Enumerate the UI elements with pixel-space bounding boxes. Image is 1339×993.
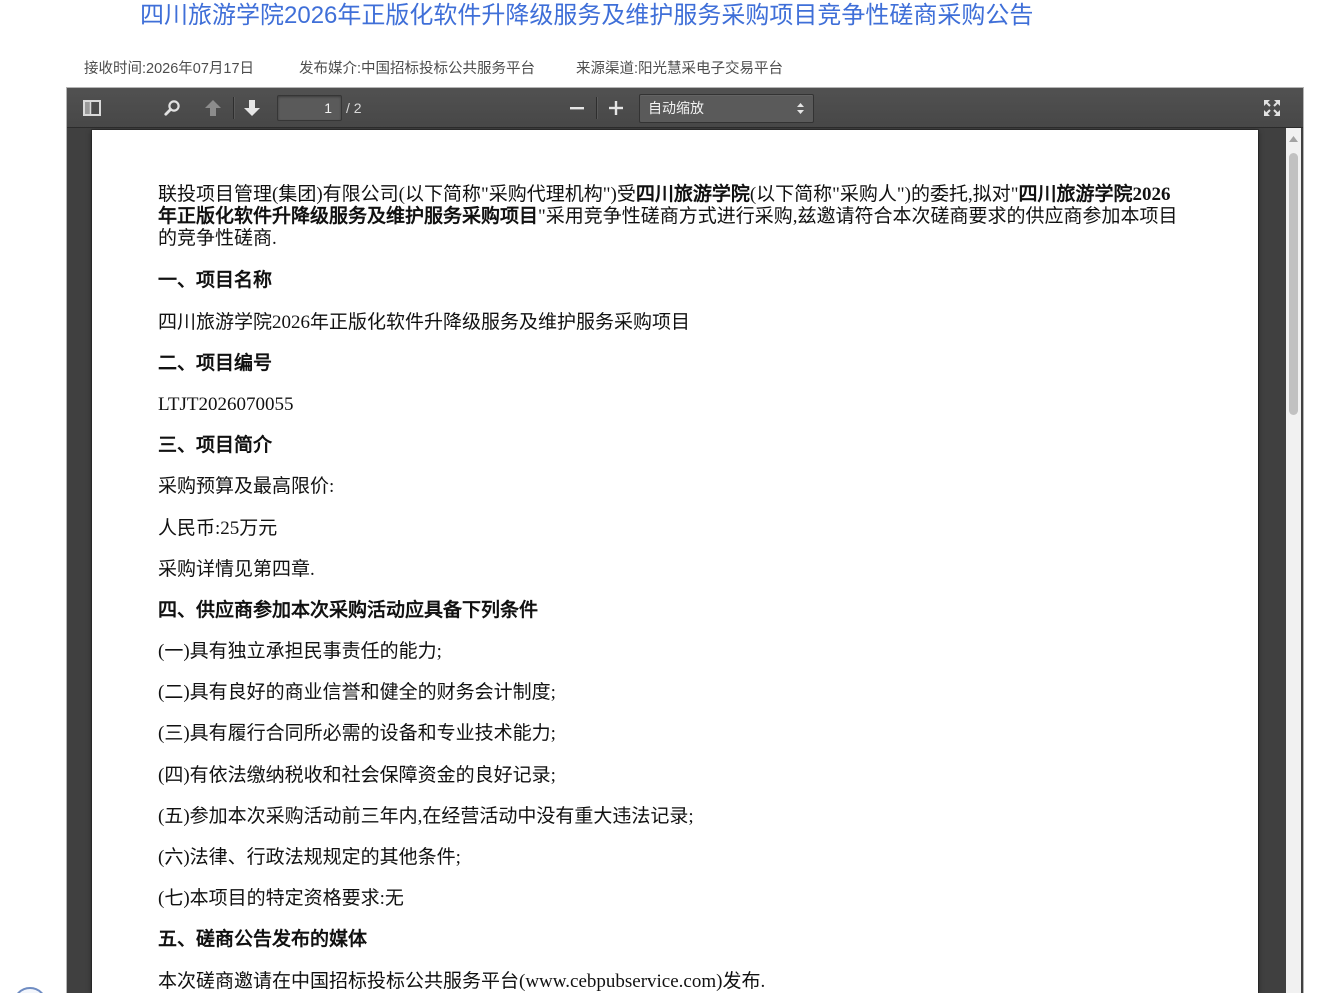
next-page-button[interactable] bbox=[236, 94, 268, 122]
vertical-scrollbar[interactable] bbox=[1286, 128, 1301, 993]
intro-text: 联投项目管理(集团)有限公司(以下简称"采购代理机构")受 bbox=[158, 184, 636, 205]
intro-text: "采用竞争性磋商方式进行采购,兹邀请符合本次磋商要求的供应商参加本项目 bbox=[538, 206, 1178, 227]
body-line: (三)具有履行合同所必需的设备和专业技术能力; bbox=[158, 723, 556, 745]
select-caret-icon bbox=[797, 103, 804, 114]
toolbar-separator bbox=[596, 97, 597, 119]
body-line: 采购预算及最高限价: bbox=[158, 476, 335, 498]
zoom-select-value: 自动缩放 bbox=[648, 100, 704, 116]
source-channel: 来源渠道:阳光慧采电子交易平台 bbox=[576, 61, 784, 77]
triangle-up-icon[interactable] bbox=[1289, 136, 1298, 142]
body-line: (四)有依法缴纳税收和社会保障资金的良好记录; bbox=[158, 764, 556, 786]
search-button[interactable] bbox=[156, 94, 188, 122]
previous-page-button[interactable] bbox=[197, 94, 229, 122]
page-count: / 2 bbox=[346, 100, 362, 116]
body-line: 采购详情见第四章. bbox=[158, 558, 315, 580]
intro-line: 年正版化软件升降级服务及维护服务采购项目"采用竞争性磋商方式进行采购,兹邀请符合… bbox=[158, 206, 1248, 228]
fullscreen-button[interactable] bbox=[1256, 94, 1288, 122]
section-heading: 四、供应商参加本次采购活动应具备下列条件 bbox=[158, 599, 539, 621]
zoom-out-button[interactable] bbox=[561, 94, 593, 122]
page-number-input[interactable] bbox=[277, 95, 342, 121]
page-text-layer: 联投项目管理(集团)有限公司(以下简称"采购代理机构")受四川旅游学院(以下简称… bbox=[158, 184, 1248, 993]
body-line: 四川旅游学院2026年正版化软件升降级服务及维护服务采购项目 bbox=[158, 311, 691, 333]
pdf-viewer-container: 联投项目管理(集团)有限公司(以下简称"采购代理机构")受四川旅游学院(以下简称… bbox=[67, 128, 1303, 993]
intro-text: 的竞争性磋商. bbox=[158, 228, 277, 249]
pdf-viewer: / 2 自动缩放 bbox=[66, 87, 1304, 993]
body-line: (一)具有独立承担民事责任的能力; bbox=[158, 641, 442, 663]
intro-bold-text: 年正版化软件升降级服务及维护服务采购项目 bbox=[158, 206, 539, 227]
body-line: 人民币:25万元 bbox=[158, 517, 278, 539]
intro-line: 的竞争性磋商. bbox=[158, 228, 1248, 250]
zoom-in-button[interactable] bbox=[600, 94, 632, 122]
search-icon bbox=[164, 100, 180, 116]
page-title: 四川旅游学院2026年正版化软件升降级服务及维护服务采购项目竞争性磋商采购公告 bbox=[140, 2, 1034, 29]
plus-icon bbox=[609, 101, 623, 115]
pdf-toolbar: / 2 自动缩放 bbox=[67, 88, 1303, 128]
body-line: 本次磋商邀请在中国招标投标公共服务平台(www.cebpubservice.co… bbox=[158, 970, 766, 992]
section-heading: 一、项目名称 bbox=[158, 270, 273, 292]
section-heading: 五、磋商公告发布的媒体 bbox=[158, 929, 368, 951]
intro-bold-text: 四川旅游学院 bbox=[635, 184, 750, 205]
published-media: 发布媒介:中国招标投标公共服务平台 bbox=[299, 61, 536, 77]
intro-bold-text: 四川旅游学院2026 bbox=[1018, 184, 1171, 205]
body-line: (五)参加本次采购活动前三年内,在经营活动中没有重大违法记录; bbox=[158, 805, 694, 827]
body-line: LTJT2026070055 bbox=[158, 393, 294, 415]
section-heading: 三、项目简介 bbox=[158, 435, 273, 457]
minus-icon bbox=[570, 107, 584, 110]
body-line: (二)具有良好的商业信誉和健全的财务会计制度; bbox=[158, 682, 556, 704]
body-line: (七)本项目的特定资格要求:无 bbox=[158, 888, 404, 910]
document-sections: 一、项目名称 四川旅游学院2026年正版化软件升降级服务及维护服务采购项目 二、… bbox=[158, 250, 1248, 993]
section-heading: 二、项目编号 bbox=[158, 352, 273, 374]
circle-widget-icon[interactable] bbox=[12, 985, 48, 993]
arrow-up-icon bbox=[205, 100, 221, 116]
arrow-down-icon bbox=[244, 100, 260, 116]
scrollbar-thumb[interactable] bbox=[1289, 153, 1298, 415]
body-line: (六)法律、行政法规规定的其他条件; bbox=[158, 847, 461, 869]
intro-text: (以下简称"采购人")的委托,拟对" bbox=[749, 184, 1019, 205]
sidebar-toggle-icon bbox=[83, 100, 101, 116]
pdf-page: 联投项目管理(集团)有限公司(以下简称"采购代理机构")受四川旅游学院(以下简称… bbox=[92, 130, 1258, 993]
intro-line: 联投项目管理(集团)有限公司(以下简称"采购代理机构")受四川旅游学院(以下简称… bbox=[158, 184, 1248, 206]
zoom-select[interactable]: 自动缩放 bbox=[639, 94, 814, 123]
fullscreen-icon bbox=[1264, 100, 1280, 116]
toolbar-separator bbox=[233, 97, 234, 119]
sidebar-toggle-button[interactable] bbox=[76, 94, 108, 122]
received-time: 接收时间:2026年07月17日 bbox=[84, 61, 255, 77]
